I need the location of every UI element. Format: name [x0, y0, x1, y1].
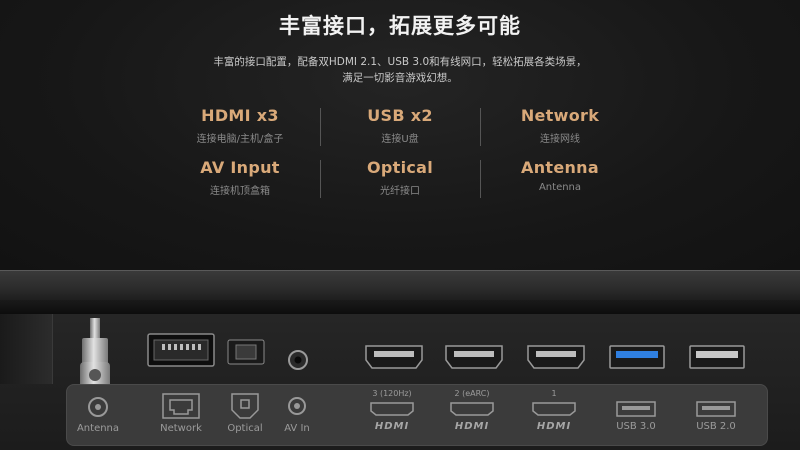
hdmi-symbol-icon: [370, 402, 414, 416]
spec-av-input: AV Input 连接机顶盒箱: [155, 158, 325, 197]
av-symbol-icon: [288, 397, 306, 415]
spec-usb: USB x2 连接U盘: [315, 106, 485, 145]
label-hdmi2-spec: 2 (eARC): [454, 389, 490, 398]
ethernet-port-icon: [147, 333, 215, 367]
spec-divider: [480, 160, 481, 198]
label-av-in: AV In: [284, 423, 310, 434]
usb-symbol-icon: [616, 401, 656, 417]
label-hdmi3: HDMI: [374, 421, 410, 432]
usb2-port-icon: [689, 345, 745, 369]
description-line-2: 满足一切影音游戏幻想。: [342, 72, 458, 84]
spec-title: AV Input: [200, 158, 280, 177]
tv-frame-edge: [0, 270, 800, 301]
spec-divider: [320, 108, 321, 146]
spec-divider: [480, 108, 481, 146]
spec-subtitle: 光纤接口: [380, 186, 420, 197]
hdmi-port-3-icon: [365, 345, 423, 369]
page-title: 丰富接口，拓展更多可能: [279, 14, 521, 38]
usb3-port-icon: [609, 345, 665, 369]
spec-subtitle: 连接U盘: [381, 134, 419, 145]
label-network: Network: [160, 423, 202, 434]
label-usb3: USB 3.0: [616, 421, 656, 432]
spec-hdmi: HDMI x3 连接电脑/主机/盒子: [155, 106, 325, 145]
tv-side-lip: [0, 314, 53, 384]
network-symbol-icon: [162, 393, 200, 419]
label-hdmi2: HDMI: [454, 421, 490, 432]
spec-title: USB x2: [367, 106, 433, 125]
spec-title: Network: [520, 106, 600, 125]
spec-subtitle: Antenna: [538, 182, 582, 193]
tv-frame-shadow: [0, 300, 800, 314]
label-usb2: USB 2.0: [696, 421, 736, 432]
spec-divider: [320, 160, 321, 198]
hdmi-port-1-icon: [527, 345, 585, 369]
hdmi-port-2-icon: [445, 345, 503, 369]
label-antenna: Antenna: [76, 423, 120, 434]
label-hdmi3-spec: 3 (120Hz): [372, 389, 412, 398]
av-jack-icon: [288, 350, 308, 370]
antenna-symbol-icon: [88, 397, 108, 417]
spec-title: Optical: [366, 158, 434, 177]
spec-antenna: Antenna Antenna: [475, 158, 645, 193]
spec-subtitle: 连接网线: [540, 134, 580, 145]
hdmi-symbol-icon: [532, 402, 576, 416]
usb-symbol-icon: [696, 401, 736, 417]
optical-port-icon: [227, 339, 265, 365]
optical-symbol-icon: [231, 393, 259, 419]
spec-title: Antenna: [521, 158, 599, 177]
spec-title: HDMI x3: [201, 106, 279, 125]
antenna-connector-icon: [80, 318, 110, 388]
spec-network: Network 连接网线: [475, 106, 645, 145]
label-hdmi1-spec: 1: [551, 389, 557, 398]
description-line-1: 丰富的接口配置，配备双HDMI 2.1、USB 3.0和有线网口，轻松拓展各类场…: [213, 56, 587, 68]
spec-subtitle: 连接机顶盒箱: [210, 186, 270, 197]
description: 丰富的接口配置，配备双HDMI 2.1、USB 3.0和有线网口，轻松拓展各类场…: [190, 54, 610, 86]
hdmi-symbol-icon: [450, 402, 494, 416]
spec-subtitle: 连接电脑/主机/盒子: [196, 134, 284, 145]
label-hdmi1: HDMI: [536, 421, 572, 432]
spec-optical: Optical 光纤接口: [315, 158, 485, 197]
